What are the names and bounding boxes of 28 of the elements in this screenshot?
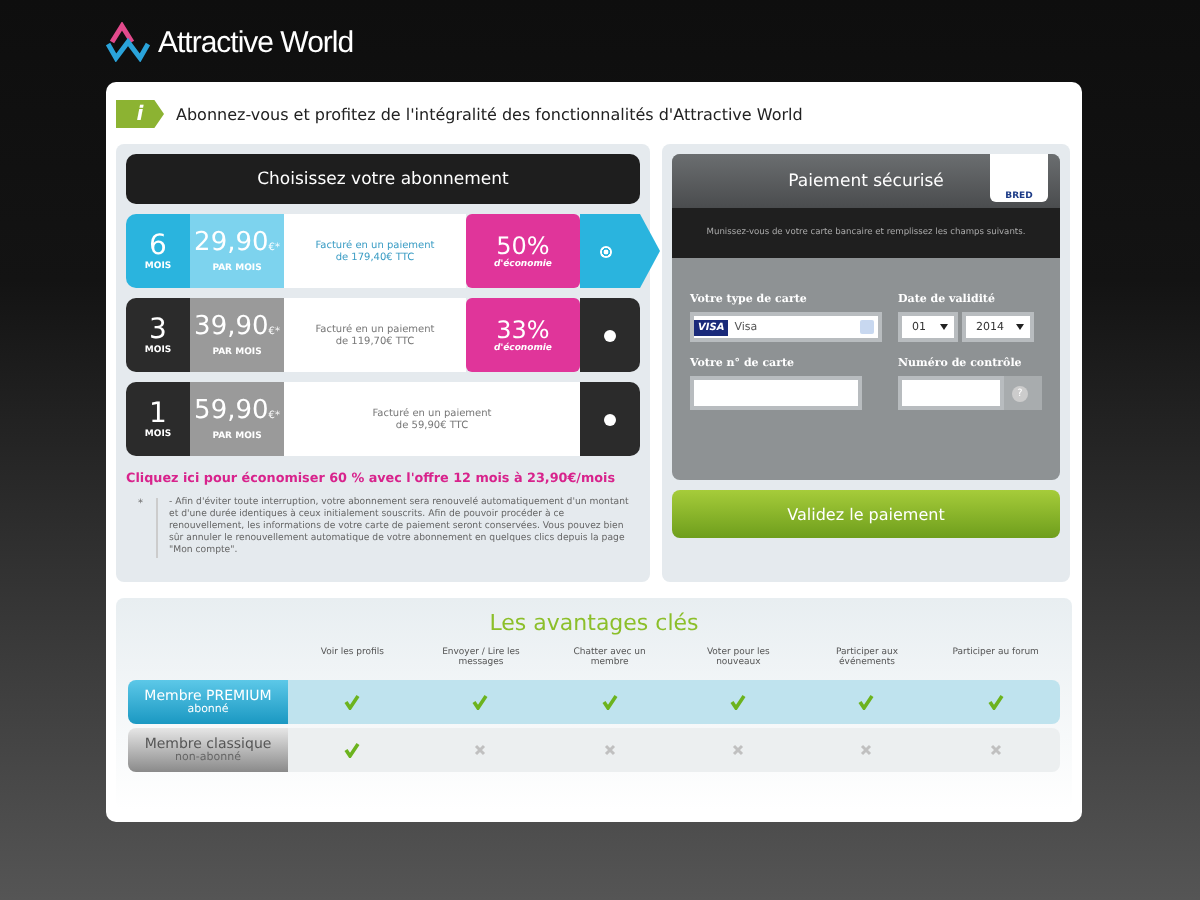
cvv-field[interactable] xyxy=(898,376,1004,410)
brand-name: Attractive World xyxy=(158,25,354,59)
card-number-field[interactable] xyxy=(690,376,862,410)
check-icon xyxy=(344,694,361,710)
check-icon xyxy=(987,694,1004,710)
check-icon xyxy=(344,742,361,758)
cross-icon xyxy=(989,744,1002,756)
plan-select-tab[interactable] xyxy=(580,382,640,456)
plan-select-tab[interactable] xyxy=(580,298,640,372)
info-icon: i xyxy=(116,100,164,128)
check-icon xyxy=(601,694,618,710)
check-icon xyxy=(730,694,747,710)
cross-icon xyxy=(603,744,616,756)
caret-icon xyxy=(1016,324,1024,330)
radio-button[interactable] xyxy=(600,245,612,257)
advantages-title: Les avantages clés xyxy=(489,610,699,636)
logo-icon xyxy=(106,22,150,62)
check-icon xyxy=(858,694,875,710)
payment-title: Paiement sécurisé xyxy=(788,171,944,191)
cross-icon xyxy=(732,744,745,756)
banner-text: Abonnez-vous et profitez de l'intégralité des fonctionnalités d'Attractive World xyxy=(176,105,803,123)
cross-icon xyxy=(860,744,873,756)
caret-icon xyxy=(940,324,948,330)
radio-button[interactable] xyxy=(604,329,616,341)
cross-icon xyxy=(474,744,487,756)
check-icon xyxy=(472,694,489,710)
plans-title: Choisissez votre abonnement xyxy=(126,154,640,204)
radio-button[interactable] xyxy=(604,413,616,425)
